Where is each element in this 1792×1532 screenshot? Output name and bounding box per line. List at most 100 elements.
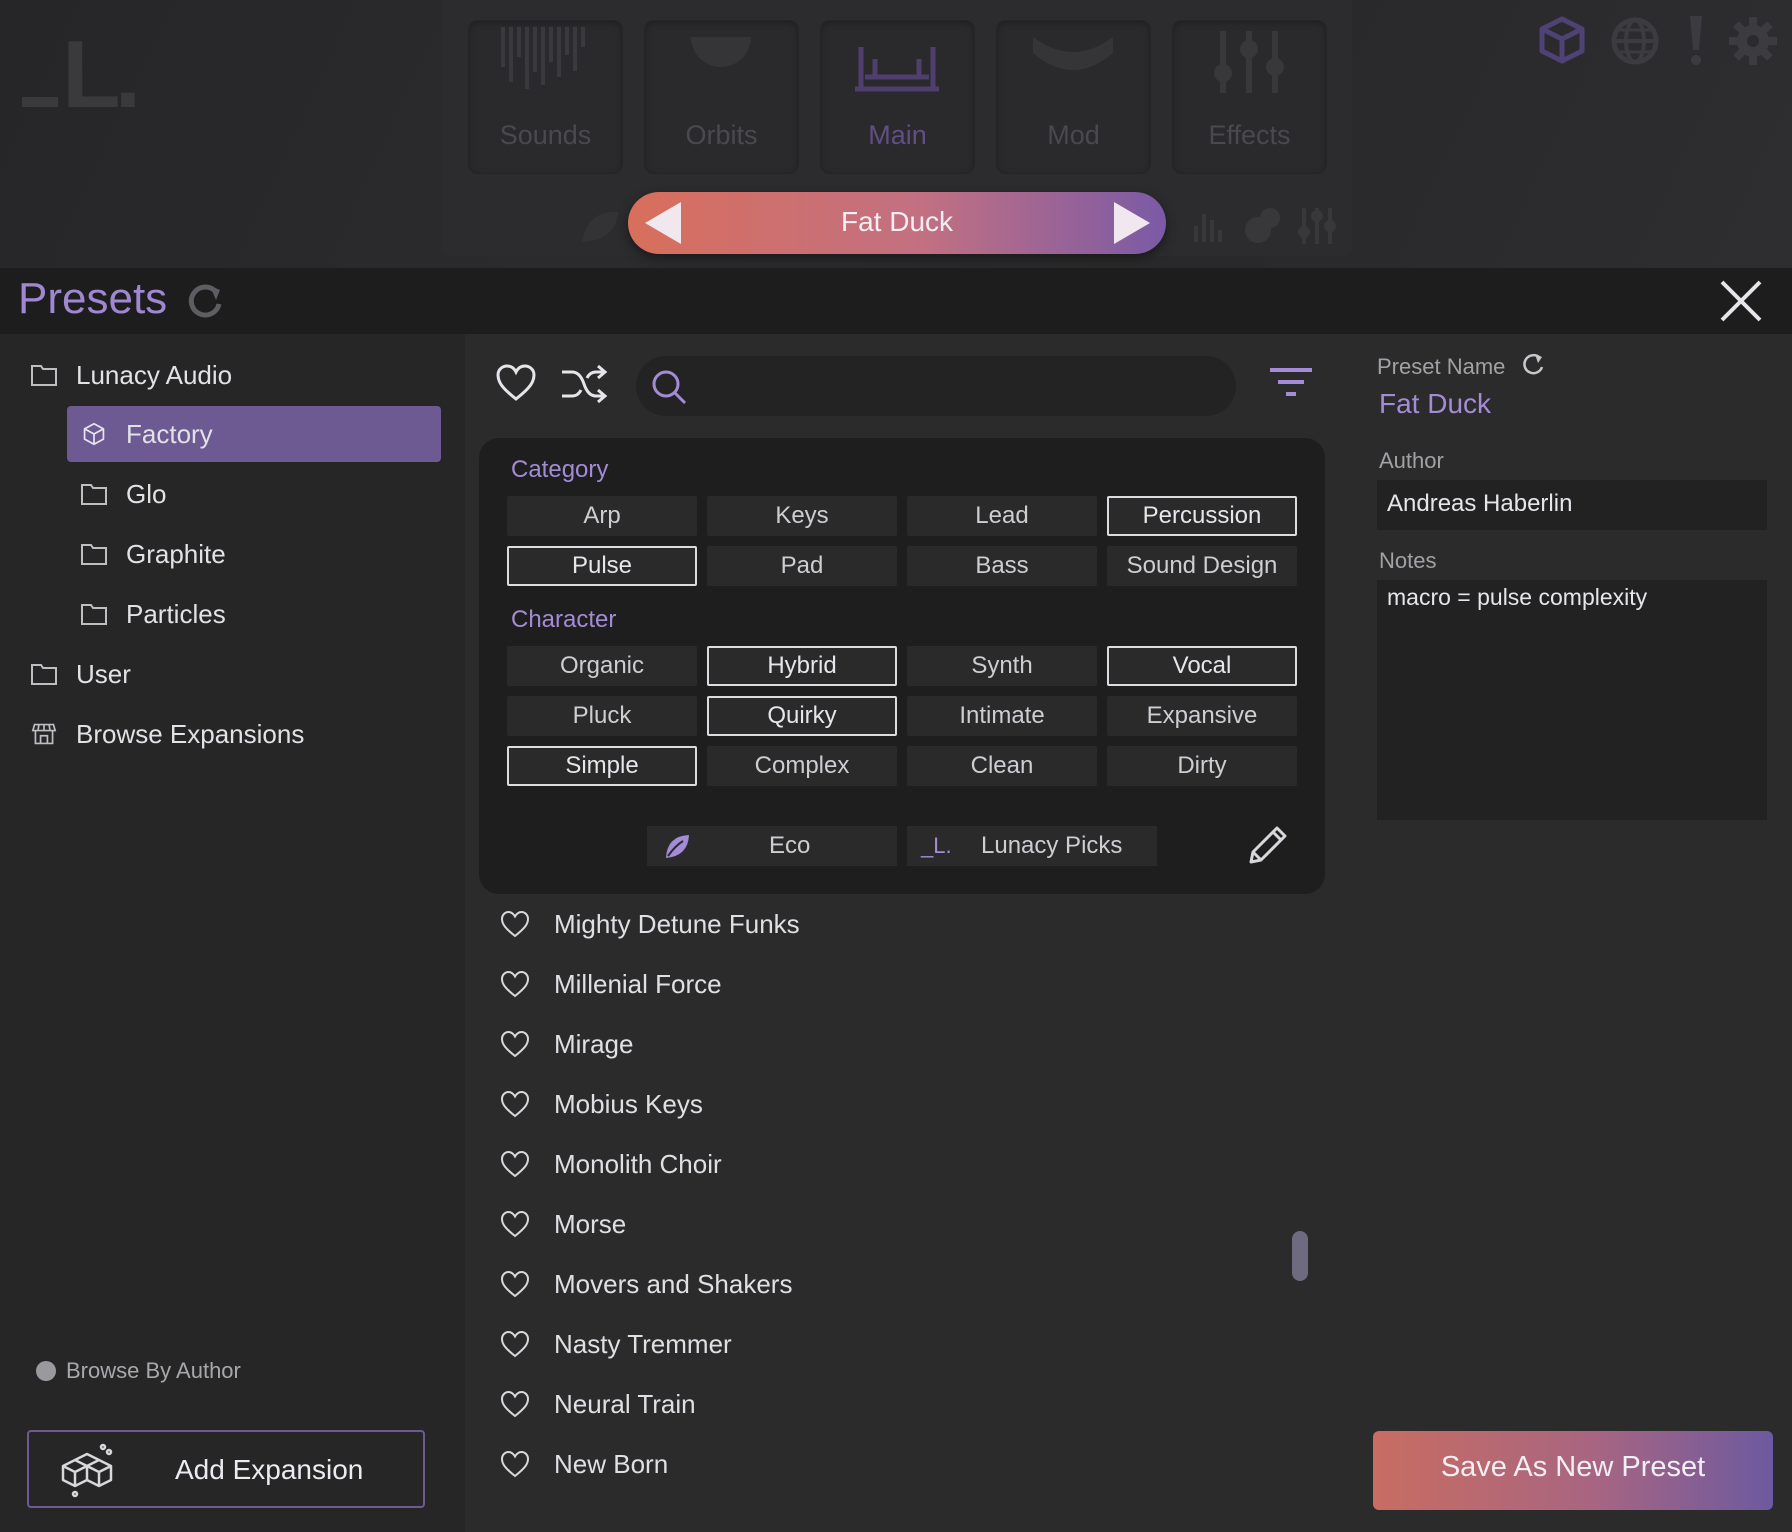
sidebar-item-user[interactable]: User xyxy=(30,646,131,702)
category-tag-arp[interactable]: Arp xyxy=(507,496,697,536)
heart-icon[interactable] xyxy=(500,970,530,998)
category-tag-lead[interactable]: Lead xyxy=(907,496,1097,536)
add-expansion-button[interactable]: Add Expansion xyxy=(27,1430,425,1508)
sidebar-item-label: Graphite xyxy=(126,538,226,569)
character-tag-vocal[interactable]: Vocal xyxy=(1107,646,1297,686)
preset-name-value[interactable]: Fat Duck xyxy=(1379,388,1491,420)
tab-main[interactable]: Main xyxy=(820,20,975,174)
tab-orbits[interactable]: Orbits xyxy=(644,20,799,174)
page-title: Presets xyxy=(18,274,168,323)
list-item[interactable]: Morse xyxy=(500,1196,626,1252)
list-item[interactable]: New Born xyxy=(500,1436,668,1492)
list-item[interactable]: Nasty Tremmer xyxy=(500,1316,732,1372)
character-tag-pluck[interactable]: Pluck xyxy=(507,696,697,736)
character-tag-synth[interactable]: Synth xyxy=(907,646,1097,686)
previous-preset-button[interactable] xyxy=(645,202,681,244)
sidebar-item-browse-expansions[interactable]: Browse Expansions xyxy=(30,706,304,762)
character-tag-clean[interactable]: Clean xyxy=(907,746,1097,786)
save-as-new-preset-button[interactable]: Save As New Preset xyxy=(1373,1431,1773,1510)
next-preset-button[interactable] xyxy=(1114,202,1150,244)
tab-effects-label: Effects xyxy=(1208,120,1291,150)
notes-label: Notes xyxy=(1379,548,1437,573)
list-item[interactable]: Movers and Shakers xyxy=(500,1256,792,1312)
shuffle-icon[interactable] xyxy=(560,364,608,404)
alert-icon[interactable] xyxy=(1684,14,1708,66)
sidebar-item-glo[interactable]: Glo xyxy=(80,466,166,522)
category-tag-percussion[interactable]: Percussion xyxy=(1107,496,1297,536)
sidebar-item-lunacy-audio[interactable]: Lunacy Audio xyxy=(30,347,232,403)
category-title: Category xyxy=(511,456,609,483)
close-icon[interactable] xyxy=(1718,278,1764,324)
scrollbar-thumb[interactable] xyxy=(1292,1231,1308,1281)
preset-selector[interactable]: Fat Duck xyxy=(628,192,1166,254)
reset-icon[interactable] xyxy=(1520,352,1546,378)
heart-icon[interactable] xyxy=(500,1450,530,1478)
lunacy-picks-toggle[interactable]: _L. Lunacy Picks xyxy=(907,826,1157,866)
list-item[interactable]: Neural Train xyxy=(500,1376,696,1432)
tab-sounds[interactable]: Sounds xyxy=(468,20,623,174)
list-item[interactable]: Monolith Choir xyxy=(500,1136,722,1192)
notes-field[interactable]: macro = pulse complexity xyxy=(1377,580,1767,820)
current-preset-name: Fat Duck xyxy=(840,206,954,237)
sidebar-item-particles[interactable]: Particles xyxy=(80,586,226,642)
character-tag-organic[interactable]: Organic xyxy=(507,646,697,686)
preset-name: Mobius Keys xyxy=(554,1088,703,1119)
sidebar-item-label: Particles xyxy=(126,598,226,629)
category-tag-keys[interactable]: Keys xyxy=(707,496,897,536)
heart-icon[interactable] xyxy=(500,1330,530,1358)
heart-icon[interactable] xyxy=(500,1150,530,1178)
sidebar-item-label: Lunacy Audio xyxy=(76,359,233,390)
sliders-icon xyxy=(1298,208,1336,244)
globe-icon[interactable] xyxy=(1610,16,1660,66)
category-tag-bass[interactable]: Bass xyxy=(907,546,1097,586)
eco-toggle[interactable]: Eco xyxy=(647,826,897,866)
cube-icon[interactable] xyxy=(1538,16,1586,64)
browse-by-author-toggle[interactable]: Browse By Author xyxy=(36,1358,241,1384)
favorites-heart-icon[interactable] xyxy=(496,364,536,402)
preset-name: Nasty Tremmer xyxy=(554,1328,732,1359)
character-tag-hybrid[interactable]: Hybrid xyxy=(707,646,897,686)
tab-main-label: Main xyxy=(868,120,927,150)
pencil-icon[interactable] xyxy=(1245,824,1289,868)
heart-icon[interactable] xyxy=(500,1390,530,1418)
boxes-icon xyxy=(61,1443,113,1498)
heart-icon[interactable] xyxy=(500,1270,530,1298)
author-field[interactable]: Andreas Haberlin xyxy=(1377,480,1767,530)
character-tag-simple[interactable]: Simple xyxy=(507,746,697,786)
heart-icon[interactable] xyxy=(500,1210,530,1238)
heart-icon[interactable] xyxy=(500,1090,530,1118)
folder-icon xyxy=(31,365,57,386)
search-input[interactable] xyxy=(636,356,1236,416)
browse-by-author-label: Browse By Author xyxy=(66,1358,241,1383)
filter-panel: Category Arp Keys Lead Percussion Pulse … xyxy=(479,438,1325,894)
cube-icon xyxy=(83,422,105,446)
sidebar-item-label: Browse Expansions xyxy=(76,718,305,749)
character-tag-quirky[interactable]: Quirky xyxy=(707,696,897,736)
category-tag-pulse[interactable]: Pulse xyxy=(507,546,697,586)
gear-icon[interactable] xyxy=(1728,16,1778,66)
sidebar-item-graphite[interactable]: Graphite xyxy=(80,526,226,582)
category-tag-pad[interactable]: Pad xyxy=(707,546,897,586)
heart-icon[interactable] xyxy=(500,1030,530,1058)
character-tag-expansive[interactable]: Expansive xyxy=(1107,696,1297,736)
category-tag-sound-design[interactable]: Sound Design xyxy=(1107,546,1297,586)
heart-icon[interactable] xyxy=(500,910,530,938)
preset-name: Movers and Shakers xyxy=(554,1268,793,1299)
sound-bars-icon xyxy=(501,27,585,89)
refresh-icon[interactable] xyxy=(186,282,224,320)
preset-name: New Born xyxy=(554,1448,669,1479)
save-button-label: Save As New Preset xyxy=(1440,1451,1706,1483)
list-item[interactable]: Mirage xyxy=(500,1016,633,1072)
filter-icon[interactable] xyxy=(1268,366,1314,402)
character-tag-dirty[interactable]: Dirty xyxy=(1107,746,1297,786)
list-item[interactable]: Mighty Detune Funks xyxy=(500,904,800,952)
folder-icon xyxy=(81,484,107,505)
character-tag-complex[interactable]: Complex xyxy=(707,746,897,786)
sidebar-item-factory[interactable]: Factory xyxy=(80,406,213,462)
tab-mod[interactable]: Mod xyxy=(996,20,1151,174)
list-item[interactable]: Millenial Force xyxy=(500,956,722,1012)
character-tag-intimate[interactable]: Intimate xyxy=(907,696,1097,736)
tab-effects[interactable]: Effects xyxy=(1172,20,1327,174)
list-item[interactable]: Mobius Keys xyxy=(500,1076,703,1132)
preset-name: Mirage xyxy=(554,1028,634,1059)
